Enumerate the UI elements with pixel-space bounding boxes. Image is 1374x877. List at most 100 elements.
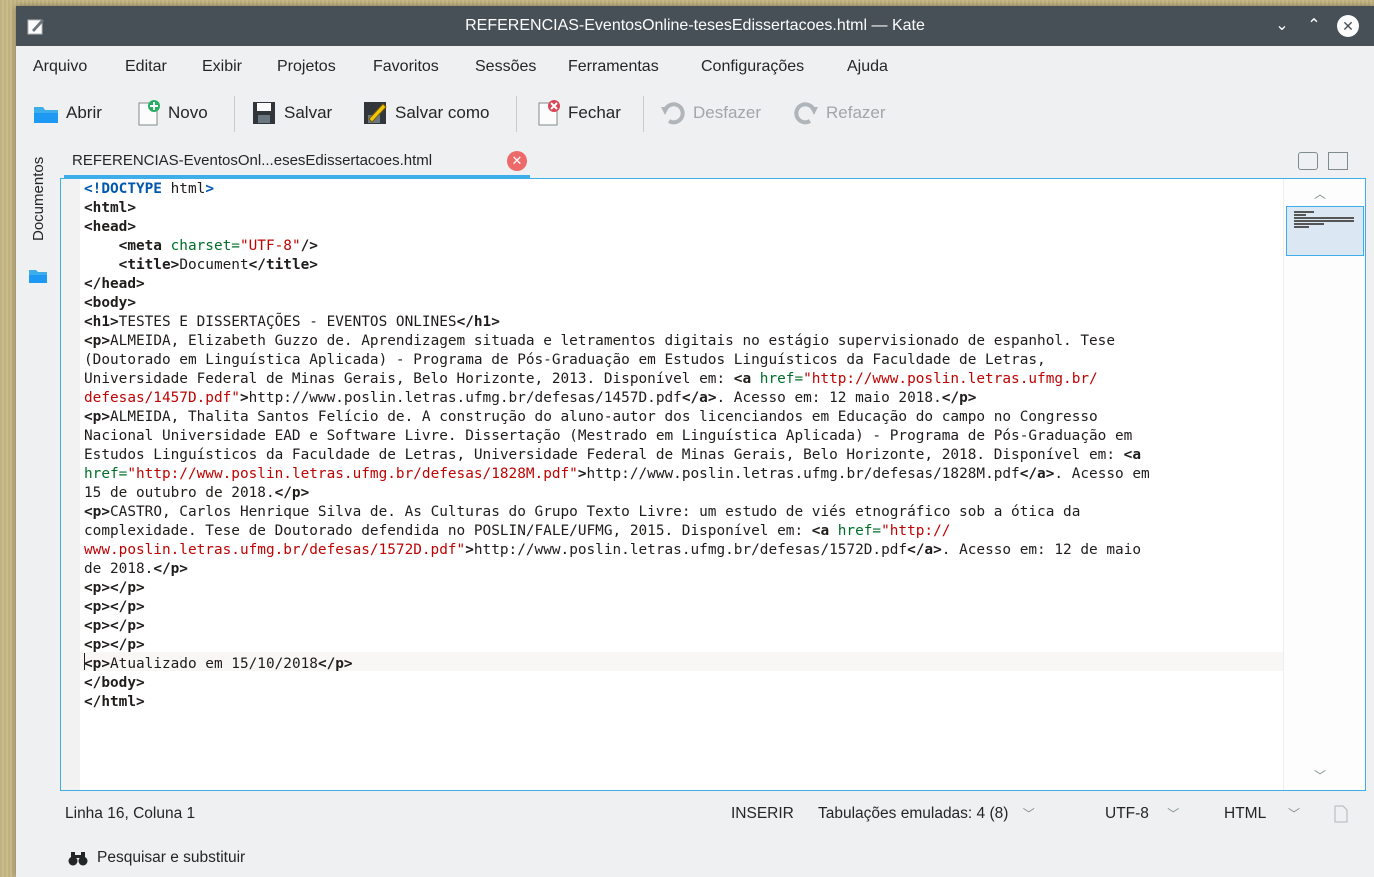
code-line[interactable]: <p>CASTRO, Carlos Henrique Silva de. As …	[84, 503, 1284, 522]
code-token: </a>	[1019, 466, 1055, 482]
new-button[interactable]: Novo	[134, 96, 208, 130]
kate-window: REFERENCIAS-EventosOnline-tesesEdisserta…	[16, 6, 1374, 877]
open-button[interactable]: Abrir	[32, 96, 102, 130]
code-line[interactable]: <p>ALMEIDA, Elizabeth Guzzo de. Aprendiz…	[84, 332, 1284, 351]
maximize-button[interactable]: ⌃	[1302, 14, 1326, 38]
code-line[interactable]: <html>	[84, 199, 1284, 218]
code-text[interactable]: <!DOCTYPE html> <html> <head> <meta charse…	[84, 180, 1284, 712]
main-toolbar: Abrir Novo Salvar Salvar como Fechar Des…	[16, 88, 1374, 138]
redo-button[interactable]: Refazer	[792, 96, 886, 130]
close-document-icon	[538, 100, 560, 126]
code-token: </p>	[274, 485, 310, 501]
code-line[interactable]: <h1>TESTES E DISSERTAÇÕES - EVENTOS ONLI…	[84, 313, 1284, 332]
code-line[interactable]: Nacional Universidade EAD e Software Liv…	[84, 427, 1284, 446]
save-as-label: Salvar como	[395, 103, 490, 122]
syntax-selector[interactable]: HTML ﹀	[1224, 805, 1300, 823]
code-line[interactable]: </html>	[84, 693, 1284, 712]
code-editor[interactable]: <!DOCTYPE html> <html> <head> <meta charse…	[60, 178, 1366, 791]
save-as-button[interactable]: Salvar como	[361, 96, 489, 130]
undo-button[interactable]: Desfazer	[659, 96, 761, 130]
code-line[interactable]: href="http://www.poslin.letras.ufmg.br/d…	[84, 465, 1284, 484]
save-icon	[253, 102, 275, 124]
code-token: defesas/1457D.pdf"	[84, 390, 240, 406]
minimap-preview	[1294, 211, 1354, 229]
code-line[interactable]: 15 de outubro de 2018.</p>	[84, 484, 1284, 503]
scroll-up-icon[interactable]: ︿	[1314, 185, 1326, 202]
input-mode[interactable]: INSERIR	[731, 805, 794, 823]
code-token: >	[577, 466, 587, 482]
minimize-button[interactable]: ⌄	[1270, 14, 1294, 38]
text-cursor	[84, 653, 85, 670]
new-document-icon	[138, 100, 160, 126]
code-token: ALMEIDA, Elizabeth Guzzo de. Aprendizage…	[110, 333, 1116, 349]
menu-editar[interactable]: Editar	[125, 58, 167, 76]
title-bar[interactable]: REFERENCIAS-EventosOnline-tesesEdisserta…	[16, 6, 1374, 46]
menu-exibir[interactable]: Exibir	[202, 58, 242, 76]
menu-ajuda[interactable]: Ajuda	[847, 58, 888, 76]
menu-configuracoes[interactable]: Configurações	[701, 58, 804, 76]
scroll-down-icon[interactable]: ﹀	[1314, 767, 1326, 784]
menu-sessoes[interactable]: Sessões	[475, 58, 536, 76]
syntax-label: HTML	[1224, 805, 1266, 822]
close-window-button[interactable]: ✕	[1337, 15, 1359, 37]
code-line[interactable]: <title>Document</title>	[84, 256, 1284, 275]
minimap-scrollbar[interactable]: ︿ ﹀	[1283, 179, 1365, 790]
code-line[interactable]: Estudos Linguísticos da Faculdade de Let…	[84, 446, 1284, 465]
close-document-label: Fechar	[568, 103, 621, 122]
encoding-selector[interactable]: UTF-8 ﹀	[1105, 805, 1179, 823]
cursor-position[interactable]: Linha 16, Coluna 1	[65, 805, 195, 823]
quick-open-icon[interactable]	[1298, 152, 1318, 170]
menu-ferramentas[interactable]: Ferramentas	[568, 58, 659, 76]
code-line[interactable]: <body>	[84, 294, 1284, 313]
code-token: >	[465, 542, 474, 558]
menu-favoritos[interactable]: Favoritos	[373, 58, 439, 76]
menu-projetos[interactable]: Projetos	[277, 58, 336, 76]
code-line[interactable]: www.poslin.letras.ufmg.br/defesas/1572D.…	[84, 541, 1284, 560]
chevron-down-icon: ﹀	[1022, 807, 1035, 821]
code-token: Universidade Federal de Minas Gerais, Be…	[84, 371, 734, 387]
code-line[interactable]: <p>Atualizado em 15/10/2018</p>	[84, 655, 1284, 674]
tab-close-icon[interactable]: ✕	[507, 151, 527, 171]
code-line[interactable]: <p>ALMEIDA, Thalita Santos Felício de. A…	[84, 408, 1284, 427]
code-line[interactable]: (Doutorado em Linguística Aplicada) - Pr…	[84, 351, 1284, 370]
code-line[interactable]: <head>	[84, 218, 1284, 237]
indentation-setting[interactable]: Tabulações emuladas: 4 (8) ﹀	[818, 805, 1035, 823]
search-replace-button[interactable]: Pesquisar e substituir	[68, 849, 245, 867]
code-line[interactable]: Universidade Federal de Minas Gerais, Be…	[84, 370, 1284, 389]
code-line[interactable]: defesas/1457D.pdf">http://www.poslin.let…	[84, 389, 1284, 408]
code-line[interactable]: complexidade. Tese de Doutorado defendid…	[84, 522, 1284, 541]
code-line[interactable]: <p></p>	[84, 598, 1284, 617]
code-token: <a	[1123, 447, 1141, 463]
code-token: www.poslin.letras.ufmg.br/defesas/1572D.…	[84, 542, 466, 558]
code-line[interactable]: <!DOCTYPE html>	[84, 180, 1284, 199]
chevron-down-icon: ﹀	[1167, 807, 1180, 821]
code-token: <p></p>	[84, 637, 145, 653]
code-token: </a>	[907, 542, 942, 558]
code-token: "UTF-8"	[239, 238, 301, 254]
code-token: Document	[179, 257, 249, 273]
save-as-icon	[364, 102, 387, 124]
code-line[interactable]: </head>	[84, 275, 1284, 294]
code-token: CASTRO, Carlos Henrique Silva de. As Cul…	[110, 504, 1081, 520]
code-line[interactable]: <p></p>	[84, 636, 1284, 655]
code-token: "http://www.poslin.letras.ufmg.br/defesa…	[127, 466, 578, 482]
code-token: <p>	[84, 333, 110, 349]
code-line[interactable]: de 2018.</p>	[84, 560, 1284, 579]
close-document-button[interactable]: Fechar	[534, 96, 621, 130]
document-tab[interactable]: REFERENCIAS-EventosOnl...esesEdissertaco…	[64, 140, 530, 178]
code-token: </a>	[681, 390, 717, 406]
code-line[interactable]: <p></p>	[84, 579, 1284, 598]
menu-arquivo[interactable]: Arquivo	[33, 58, 87, 76]
code-token: </p>	[317, 656, 353, 672]
code-line[interactable]: <meta charset="UTF-8"/>	[84, 237, 1284, 256]
encoding-label: UTF-8	[1105, 805, 1149, 822]
split-view-icon[interactable]	[1328, 152, 1348, 170]
redo-icon	[794, 102, 818, 125]
documents-sidebar-tab[interactable]: Documentos	[28, 146, 50, 252]
code-token: http://www.poslin.letras.ufmg.br/defesas…	[586, 466, 1020, 482]
code-line[interactable]: </body>	[84, 674, 1284, 693]
save-button[interactable]: Salvar	[250, 96, 332, 130]
code-line[interactable]: <p></p>	[84, 617, 1284, 636]
filesystem-browser-icon[interactable]	[28, 266, 48, 284]
code-token: <h1>	[84, 314, 119, 330]
